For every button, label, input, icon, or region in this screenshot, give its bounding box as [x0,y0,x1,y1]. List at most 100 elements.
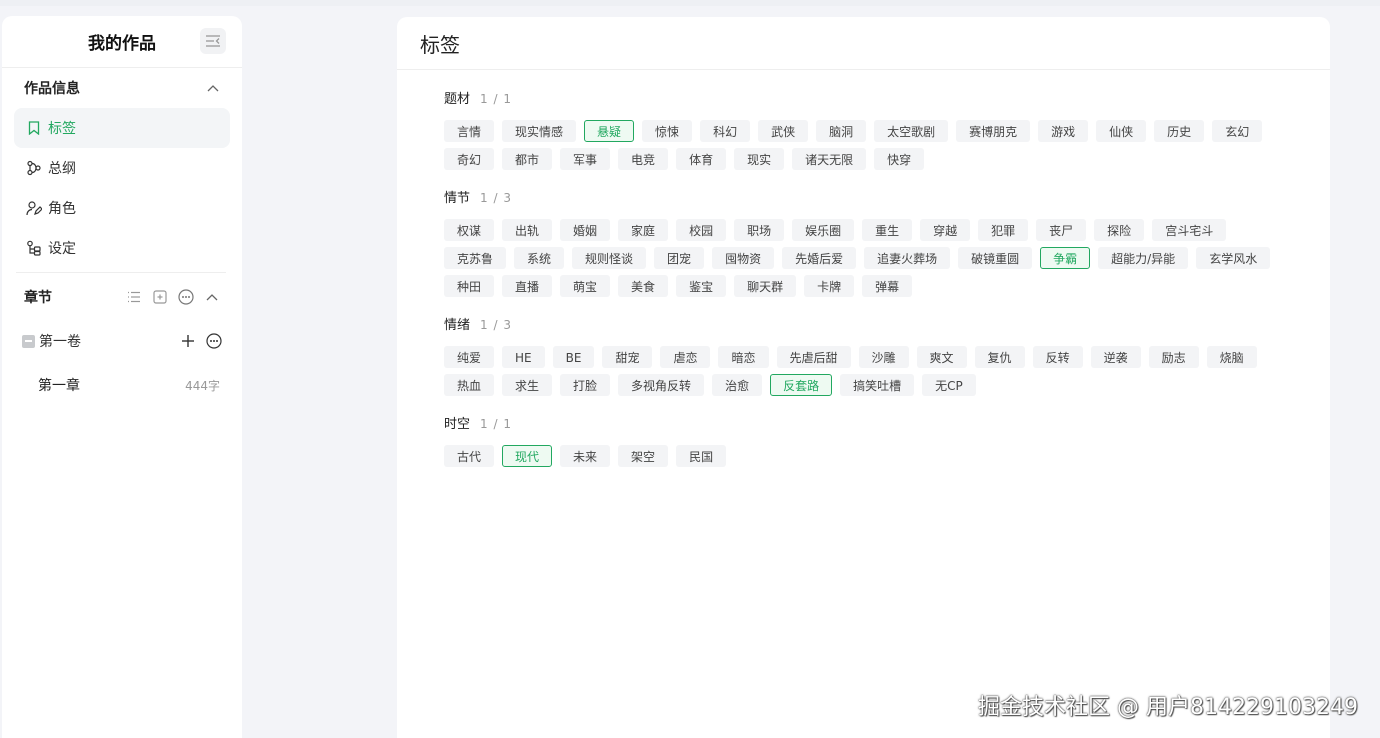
tag-chip[interactable]: 玄幻 [1212,120,1263,142]
tag-chip[interactable]: 囤物资 [712,247,775,269]
tag-chip[interactable]: 争霸 [1040,247,1091,269]
tag-chip[interactable]: 武侠 [758,120,809,142]
tag-chip[interactable]: 励志 [1148,346,1199,368]
tag-chip[interactable]: 先虐后甜 [776,346,851,368]
tag-chip[interactable]: 都市 [502,148,553,170]
sidebar-item-label: 标签 [48,121,76,137]
tag-chip[interactable]: 搞笑吐槽 [840,374,915,396]
work-info-section-title: 作品信息 [24,81,80,97]
tag-chip[interactable]: 权谋 [444,219,495,241]
category-plot: 情节 1 / 3 权谋 出轨 婚姻 家庭 校园 职场 娱乐圈 重生 穿越 犯罪 丧尸 探险 宫斗宅斗 克苏… [397,187,1330,297]
sidebar-item-settings[interactable]: 设定 [14,228,230,268]
volume-row[interactable]: 第一卷 [2,321,242,361]
tag-chip[interactable]: 烧脑 [1206,346,1257,368]
tag-chip[interactable]: 丧尸 [1036,219,1087,241]
tag-chip[interactable]: BE [552,346,595,368]
tag-chip[interactable]: 未来 [560,445,611,467]
add-box-icon[interactable] [152,289,168,305]
tag-chip[interactable]: 犯罪 [978,219,1029,241]
tag-chip[interactable]: 科幻 [700,120,751,142]
tag-chip[interactable]: 追妻火葬场 [864,247,951,269]
work-info-section-header[interactable]: 作品信息 [2,68,242,108]
tag-chip[interactable]: 美食 [618,275,669,297]
tag-chip[interactable]: 逆袭 [1090,346,1141,368]
tag-chip[interactable]: 诸天无限 [792,148,867,170]
tag-chip[interactable]: 仙侠 [1096,120,1147,142]
tag-chip[interactable]: 纯爱 [444,346,495,368]
tag-chip[interactable]: 民国 [676,445,727,467]
tag-chip[interactable]: 校园 [676,219,727,241]
tag-chip[interactable]: 军事 [560,148,611,170]
tag-chip[interactable]: 打脸 [560,374,611,396]
tag-chip[interactable]: 悬疑 [584,120,635,142]
tag-chip[interactable]: 奇幻 [444,148,495,170]
tag-chip[interactable]: 直播 [502,275,553,297]
tag-chip[interactable]: 聊天群 [734,275,797,297]
tag-chip[interactable]: 探险 [1094,219,1145,241]
tag-chip[interactable]: 体育 [676,148,727,170]
tag-chip[interactable]: 玄学风水 [1196,247,1271,269]
tag-chip[interactable]: 暗恋 [718,346,769,368]
tag-chip[interactable]: HE [502,346,545,368]
tag-chip[interactable]: 赛博朋克 [956,120,1031,142]
tag-chip[interactable]: 现实情感 [502,120,577,142]
sidebar-item-outline[interactable]: 总纲 [14,148,230,188]
tag-chip[interactable]: 团宠 [654,247,705,269]
tag-chip[interactable]: 复仇 [974,346,1025,368]
tag-chip[interactable]: 快穿 [874,148,925,170]
sidebar-item-characters[interactable]: 角色 [14,188,230,228]
plus-icon[interactable] [180,333,196,349]
tag-chip[interactable]: 宫斗宅斗 [1152,219,1227,241]
tag-chip[interactable]: 言情 [444,120,495,142]
tag-chip[interactable]: 现代 [502,445,553,467]
tag-chip[interactable]: 古代 [444,445,495,467]
collapse-volume-icon[interactable] [22,334,35,348]
tag-chip[interactable]: 反转 [1032,346,1083,368]
tag-chip[interactable]: 种田 [444,275,495,297]
tag-chip[interactable]: 热血 [444,374,495,396]
tag-chip[interactable]: 爽文 [916,346,967,368]
tag-chip[interactable]: 弹幕 [862,275,913,297]
tag-chip[interactable]: 卡牌 [804,275,855,297]
category-emotion: 情绪 1 / 3 纯爱 HE BE 甜宠 虐恋 暗恋 先虐后甜 沙雕 爽文 复仇 反转 逆袭 励志 烧脑热… [397,314,1330,396]
tag-chip[interactable]: 重生 [862,219,913,241]
tag-chip[interactable]: 出轨 [502,219,553,241]
tag-chip[interactable]: 克苏鲁 [444,247,507,269]
tag-chip[interactable]: 先婚后爱 [782,247,857,269]
tag-chip[interactable]: 治愈 [712,374,763,396]
chapter-item[interactable]: 第一章 444字 [2,361,242,409]
tag-chip[interactable]: 规则怪谈 [572,247,647,269]
tag-chip[interactable]: 穿越 [920,219,971,241]
tag-chip[interactable]: 婚姻 [560,219,611,241]
sidebar-item-tags[interactable]: 标签 [14,108,230,148]
list-icon[interactable] [126,289,142,305]
tag-chip[interactable]: 反套路 [770,374,833,396]
chevron-up-icon[interactable] [204,289,220,305]
more-icon[interactable] [178,289,194,305]
tag-chip[interactable]: 超能力/异能 [1098,247,1189,269]
more-icon[interactable] [206,333,222,349]
tag-chip[interactable]: 沙雕 [858,346,909,368]
tag-chip[interactable]: 虐恋 [660,346,711,368]
tag-chip[interactable]: 萌宝 [560,275,611,297]
tag-chip[interactable]: 无CP [922,374,976,396]
tag-chip[interactable]: 系统 [514,247,565,269]
tag-chip[interactable]: 历史 [1154,120,1205,142]
tag-chip[interactable]: 太空歌剧 [874,120,949,142]
tag-chip[interactable]: 鉴宝 [676,275,727,297]
tag-chip[interactable]: 架空 [618,445,669,467]
tag-chip[interactable]: 电竞 [618,148,669,170]
tag-chip[interactable]: 惊悚 [642,120,693,142]
tag-chip[interactable]: 职场 [734,219,785,241]
collapse-sidebar-button[interactable] [200,28,226,54]
tag-chip[interactable]: 现实 [734,148,785,170]
tag-chip[interactable]: 破镜重圆 [958,247,1033,269]
tag-chip[interactable]: 家庭 [618,219,669,241]
tag-chip[interactable]: 多视角反转 [618,374,705,396]
tag-chip[interactable]: 甜宠 [602,346,653,368]
chevron-up-icon[interactable] [206,81,220,95]
tag-chip[interactable]: 脑洞 [816,120,867,142]
tag-chip[interactable]: 求生 [502,374,553,396]
tag-chip[interactable]: 娱乐圈 [792,219,855,241]
tag-chip[interactable]: 游戏 [1038,120,1089,142]
